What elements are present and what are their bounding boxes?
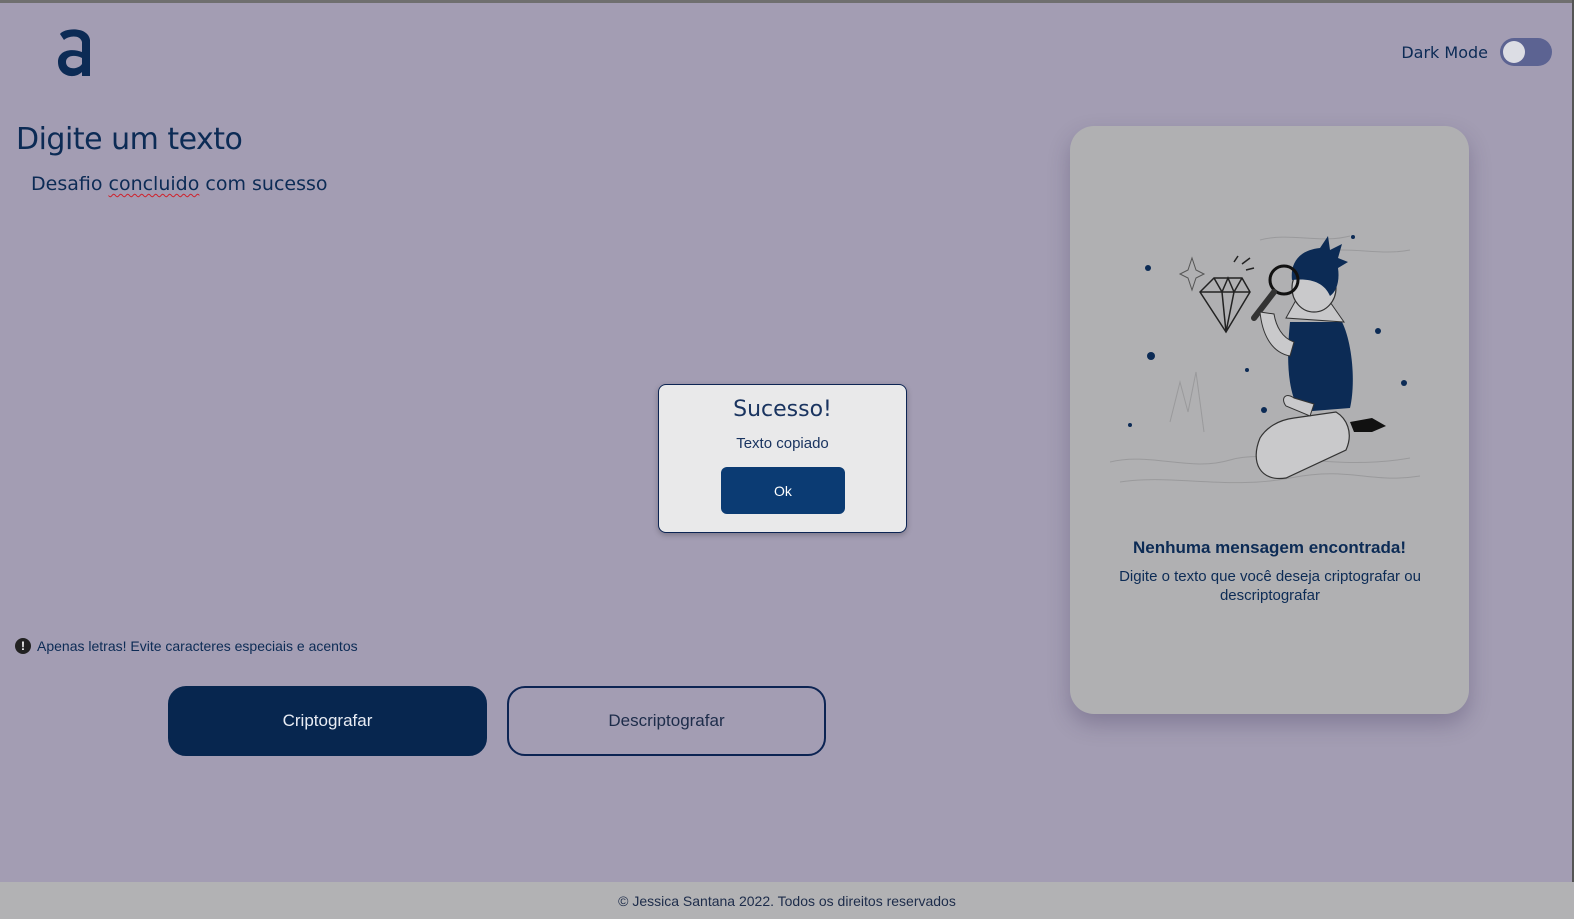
misspelled-word: concluido: [108, 173, 200, 195]
footer-text: © Jessica Santana 2022. Todos os direito…: [618, 892, 956, 909]
text-part-2: com sucesso: [199, 173, 328, 195]
dialog-text: Texto copiado: [736, 435, 829, 452]
person-magnifier-illustration-icon: [1110, 235, 1421, 484]
dark-mode-toggle[interactable]: Dark Mode: [1401, 38, 1552, 66]
success-dialog: Sucesso! Texto copiado Ok: [658, 384, 907, 533]
dialog-title: Sucesso!: [733, 397, 832, 422]
text-part-1: Desafio: [31, 173, 109, 195]
a-logo-icon[interactable]: [54, 24, 98, 80]
footer: © Jessica Santana 2022. Todos os direito…: [0, 882, 1574, 919]
decrypt-button[interactable]: Descriptografar: [507, 686, 826, 756]
switch-knob: [1503, 41, 1525, 63]
output-card: Nenhuma mensagem encontrada! Digite o te…: [1070, 126, 1469, 714]
card-text: Digite o texto que você deseja criptogra…: [1119, 568, 1421, 604]
card-title: Nenhuma mensagem encontrada!: [1132, 538, 1406, 557]
dark-mode-switch[interactable]: [1500, 38, 1552, 66]
dark-mode-label: Dark Mode: [1401, 42, 1488, 62]
input-hint: ! Apenas letras! Evite caracteres especi…: [15, 638, 358, 654]
window-top-border: [0, 0, 1574, 3]
ok-button[interactable]: Ok: [721, 467, 845, 514]
encrypt-button[interactable]: Criptografar: [168, 686, 487, 756]
hint-text: Apenas letras! Evite caracteres especiai…: [37, 638, 358, 654]
page-title: Digite um texto: [16, 122, 243, 158]
exclamation-circle-icon: !: [15, 638, 31, 654]
